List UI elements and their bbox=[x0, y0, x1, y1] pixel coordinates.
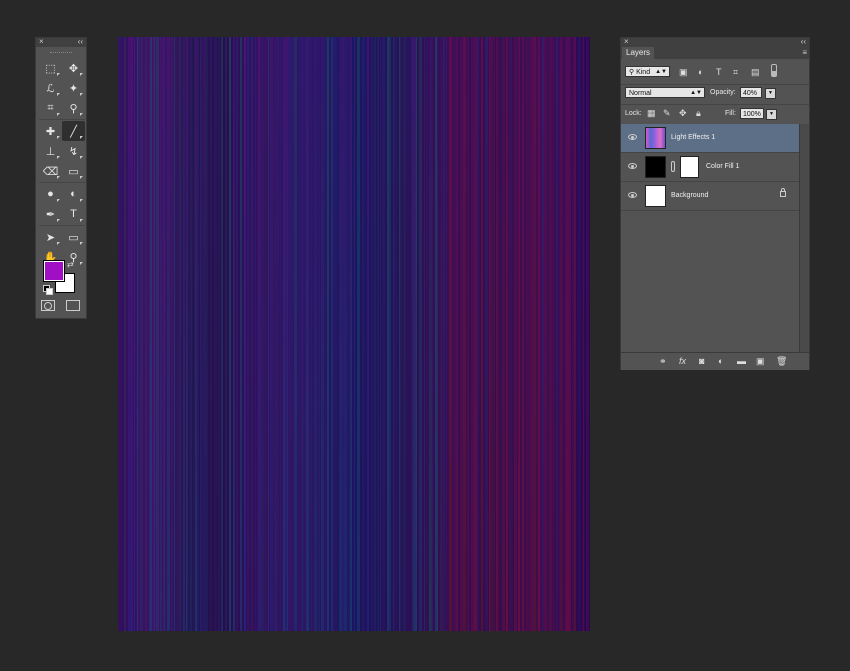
default-colors-icon[interactable] bbox=[43, 285, 53, 295]
lasso-tool[interactable]: ℒ bbox=[39, 78, 62, 98]
lock-all-icon[interactable]: 🔒︎ bbox=[696, 108, 701, 118]
type-filter-icon[interactable]: T bbox=[716, 67, 722, 77]
eyedropper-tool[interactable]: ⚲ bbox=[62, 98, 85, 118]
fill-label: Fill: bbox=[725, 110, 736, 117]
type-tool[interactable]: T bbox=[62, 204, 85, 224]
light-effects-stripes bbox=[118, 37, 590, 631]
gradient-tool[interactable]: ▭ bbox=[62, 161, 85, 181]
fx-icon[interactable]: fx bbox=[679, 356, 686, 366]
lock-position-icon[interactable]: ✥ bbox=[679, 108, 687, 118]
layer-name: Light Effects 1 bbox=[671, 134, 716, 141]
layers-bottom-bar: ⚭ fx ◙ ◐ ▬ ▣ 🗑︎ bbox=[621, 352, 809, 370]
collapse-icon[interactable]: ‹‹ bbox=[801, 36, 806, 47]
layer-color-fill-1[interactable]: Color Fill 1 bbox=[621, 153, 799, 182]
opacity-input[interactable]: 40% bbox=[740, 87, 762, 98]
tool-row: ✚ ╱ bbox=[39, 119, 85, 141]
layer-thumbnail bbox=[645, 127, 666, 149]
close-icon[interactable]: × bbox=[39, 36, 44, 47]
new-layer-icon[interactable]: ▣ bbox=[756, 356, 765, 366]
clone-stamp-tool[interactable]: ⊥ bbox=[39, 141, 62, 161]
history-brush-tool[interactable]: ↯ bbox=[62, 141, 85, 161]
swap-colors-icon[interactable]: ⇄ bbox=[67, 260, 74, 269]
link-icon[interactable] bbox=[671, 161, 675, 172]
lock-row: Lock: ▦ ✎ ✥ 🔒︎ Fill: 100% ▼ bbox=[621, 104, 809, 125]
move-tool[interactable]: ✥ bbox=[62, 58, 85, 78]
link-layers-icon[interactable]: ⚭ bbox=[659, 356, 667, 366]
document-canvas[interactable] bbox=[118, 37, 590, 631]
fill-input[interactable]: 100% bbox=[740, 108, 764, 119]
lock-transparent-pixels-icon[interactable]: ▦ bbox=[647, 108, 656, 118]
filter-kind-label: Kind bbox=[636, 69, 651, 76]
chevron-down-icon: ▲▼ bbox=[690, 90, 702, 96]
layer-mask-thumbnail[interactable] bbox=[680, 156, 699, 178]
close-icon[interactable]: × bbox=[624, 36, 629, 47]
marquee-tool[interactable]: ⬚ bbox=[39, 58, 62, 78]
pen-tool[interactable]: ✒ bbox=[39, 204, 62, 224]
magic-wand-tool[interactable]: ✦ bbox=[62, 78, 85, 98]
visibility-eye-icon[interactable] bbox=[628, 192, 637, 198]
layer-thumbnail bbox=[645, 185, 666, 207]
lock-label: Lock: bbox=[625, 110, 642, 117]
blend-mode-value: Normal bbox=[629, 90, 652, 97]
tool-row: ℒ ✦ bbox=[39, 78, 85, 98]
eraser-tool[interactable]: ⌫ bbox=[39, 161, 62, 181]
blend-row: Normal ▲▼ Opacity: 40% ▼ bbox=[621, 84, 809, 105]
layers-tab-bar: Layers ≡ bbox=[621, 47, 809, 59]
screen-mode-icon[interactable] bbox=[66, 300, 80, 311]
layer-light-effects-1[interactable]: Light Effects 1 bbox=[621, 124, 799, 153]
pixel-filter-icon[interactable]: ▣ bbox=[679, 67, 688, 77]
new-adjustment-layer-icon[interactable]: ◐ bbox=[718, 356, 723, 366]
new-group-icon[interactable]: ▬ bbox=[737, 356, 746, 366]
collapse-icon[interactable]: ‹‹ bbox=[78, 36, 83, 47]
panel-menu-icon[interactable]: ≡ bbox=[802, 47, 807, 59]
lock-icon bbox=[780, 188, 786, 197]
tools-panel: × ‹‹ ⬚ ✥ ℒ ✦ ⌗ ⚲ ✚ ╱ ⊥ ↯ ⌫ ▭ ● ◐ ✒ T ➤ ▭ ✋ ⚲ ⇄ bbox=[35, 37, 87, 319]
blend-mode-select[interactable]: Normal ▲▼ bbox=[625, 87, 705, 98]
layer-filter-row: ⚲ Kind ▲▼ ▣ ◐ T ⌗ ▤ bbox=[621, 62, 809, 85]
smart-object-filter-icon[interactable]: ▤ bbox=[751, 67, 760, 77]
shape-filter-icon[interactable]: ⌗ bbox=[733, 67, 738, 77]
tool-row: ⌫ ▭ bbox=[39, 161, 85, 181]
rectangle-tool[interactable]: ▭ bbox=[62, 227, 85, 247]
chevron-down-icon: ▲▼ bbox=[655, 69, 667, 75]
layer-list: Light Effects 1 Color Fill 1 Background bbox=[621, 124, 799, 352]
tool-row: ⬚ ✥ bbox=[39, 58, 85, 78]
opacity-dropdown-button[interactable]: ▼ bbox=[765, 88, 776, 99]
brush-tool[interactable]: ╱ bbox=[62, 121, 85, 141]
crop-tool[interactable]: ⌗ bbox=[39, 98, 62, 118]
fill-layer-thumbnail bbox=[645, 156, 666, 178]
opacity-label: Opacity: bbox=[710, 89, 736, 96]
filter-toggle[interactable] bbox=[771, 64, 777, 77]
dodge-tool[interactable]: ◐ bbox=[62, 184, 85, 204]
layer-background[interactable]: Background bbox=[621, 182, 799, 211]
panel-grip[interactable] bbox=[50, 47, 72, 53]
tab-layers[interactable]: Layers bbox=[622, 47, 655, 59]
blur-tool[interactable]: ● bbox=[39, 184, 62, 204]
quick-mask-icon[interactable] bbox=[41, 300, 55, 311]
layer-name: Color Fill 1 bbox=[706, 163, 740, 170]
layers-panel-titlebar: × ‹‹ bbox=[621, 36, 809, 47]
lock-image-pixels-icon[interactable]: ✎ bbox=[663, 108, 671, 118]
visibility-eye-icon[interactable] bbox=[628, 134, 637, 140]
foreground-color-swatch[interactable] bbox=[43, 260, 65, 282]
trash-icon[interactable]: 🗑︎ bbox=[776, 356, 787, 366]
add-mask-icon[interactable]: ◙ bbox=[699, 356, 704, 366]
tool-row: ⌗ ⚲ bbox=[39, 98, 85, 118]
tool-row: ➤ ▭ bbox=[39, 225, 85, 247]
layers-panel: × ‹‹ Layers ≡ ⚲ Kind ▲▼ ▣ ◐ T ⌗ ▤ Normal… bbox=[620, 37, 810, 370]
tool-row: ✒ T bbox=[39, 204, 85, 224]
tool-row: ● ◐ bbox=[39, 182, 85, 204]
spot-healing-brush-tool[interactable]: ✚ bbox=[39, 121, 62, 141]
tools-panel-titlebar: × ‹‹ bbox=[36, 36, 86, 47]
layer-name: Background bbox=[671, 192, 709, 199]
fill-dropdown-button[interactable]: ▼ bbox=[766, 109, 777, 120]
path-selection-tool[interactable]: ➤ bbox=[39, 227, 62, 247]
tool-row: ⊥ ↯ bbox=[39, 141, 85, 161]
layers-scrollbar[interactable] bbox=[799, 124, 809, 352]
tool-grid: ⬚ ✥ ℒ ✦ ⌗ ⚲ ✚ ╱ ⊥ ↯ ⌫ ▭ ● ◐ ✒ T ➤ ▭ ✋ ⚲ bbox=[39, 58, 85, 267]
canvas-overlay bbox=[118, 37, 590, 631]
adjustment-filter-icon[interactable]: ◐ bbox=[698, 67, 703, 77]
filter-kind-select[interactable]: ⚲ Kind ▲▼ bbox=[625, 66, 670, 77]
visibility-eye-icon[interactable] bbox=[628, 163, 637, 169]
